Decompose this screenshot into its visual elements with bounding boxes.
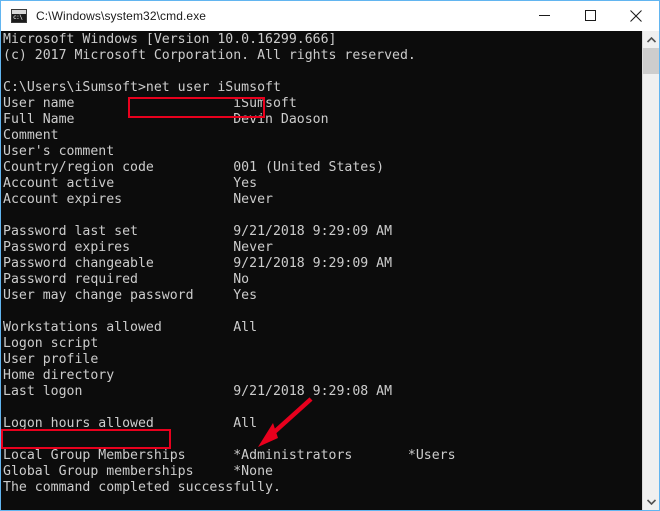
cmd-console-icon: c:\ (11, 8, 27, 23)
scroll-track[interactable] (643, 48, 659, 493)
scroll-thumb[interactable] (643, 48, 659, 74)
chevron-down-icon (646, 498, 656, 505)
minimize-button[interactable] (521, 1, 567, 30)
scroll-up-button[interactable] (643, 31, 659, 48)
console-screen[interactable]: Microsoft Windows [Version 10.0.16299.66… (1, 31, 642, 510)
scroll-down-button[interactable] (643, 493, 659, 510)
console-area: Microsoft Windows [Version 10.0.16299.66… (1, 31, 659, 510)
console-output-text: Microsoft Windows [Version 10.0.16299.66… (3, 32, 456, 495)
chevron-up-icon (646, 36, 656, 43)
window-title: C:\Windows\system32\cmd.exe (36, 8, 207, 23)
cmd-window: c:\ C:\Windows\system32\cmd.exe Microsof… (0, 0, 660, 511)
vertical-scrollbar[interactable] (642, 31, 659, 510)
maximize-button[interactable] (567, 1, 613, 30)
close-button[interactable] (613, 1, 659, 30)
close-icon (630, 9, 642, 22)
cmd-icon-titlebar (12, 9, 26, 14)
window-controls (521, 1, 659, 30)
minimize-icon (538, 15, 550, 16)
title-bar[interactable]: c:\ C:\Windows\system32\cmd.exe (1, 1, 659, 31)
cmd-icon-prompt-glyph: c:\ (13, 13, 23, 21)
maximize-icon (584, 10, 596, 21)
